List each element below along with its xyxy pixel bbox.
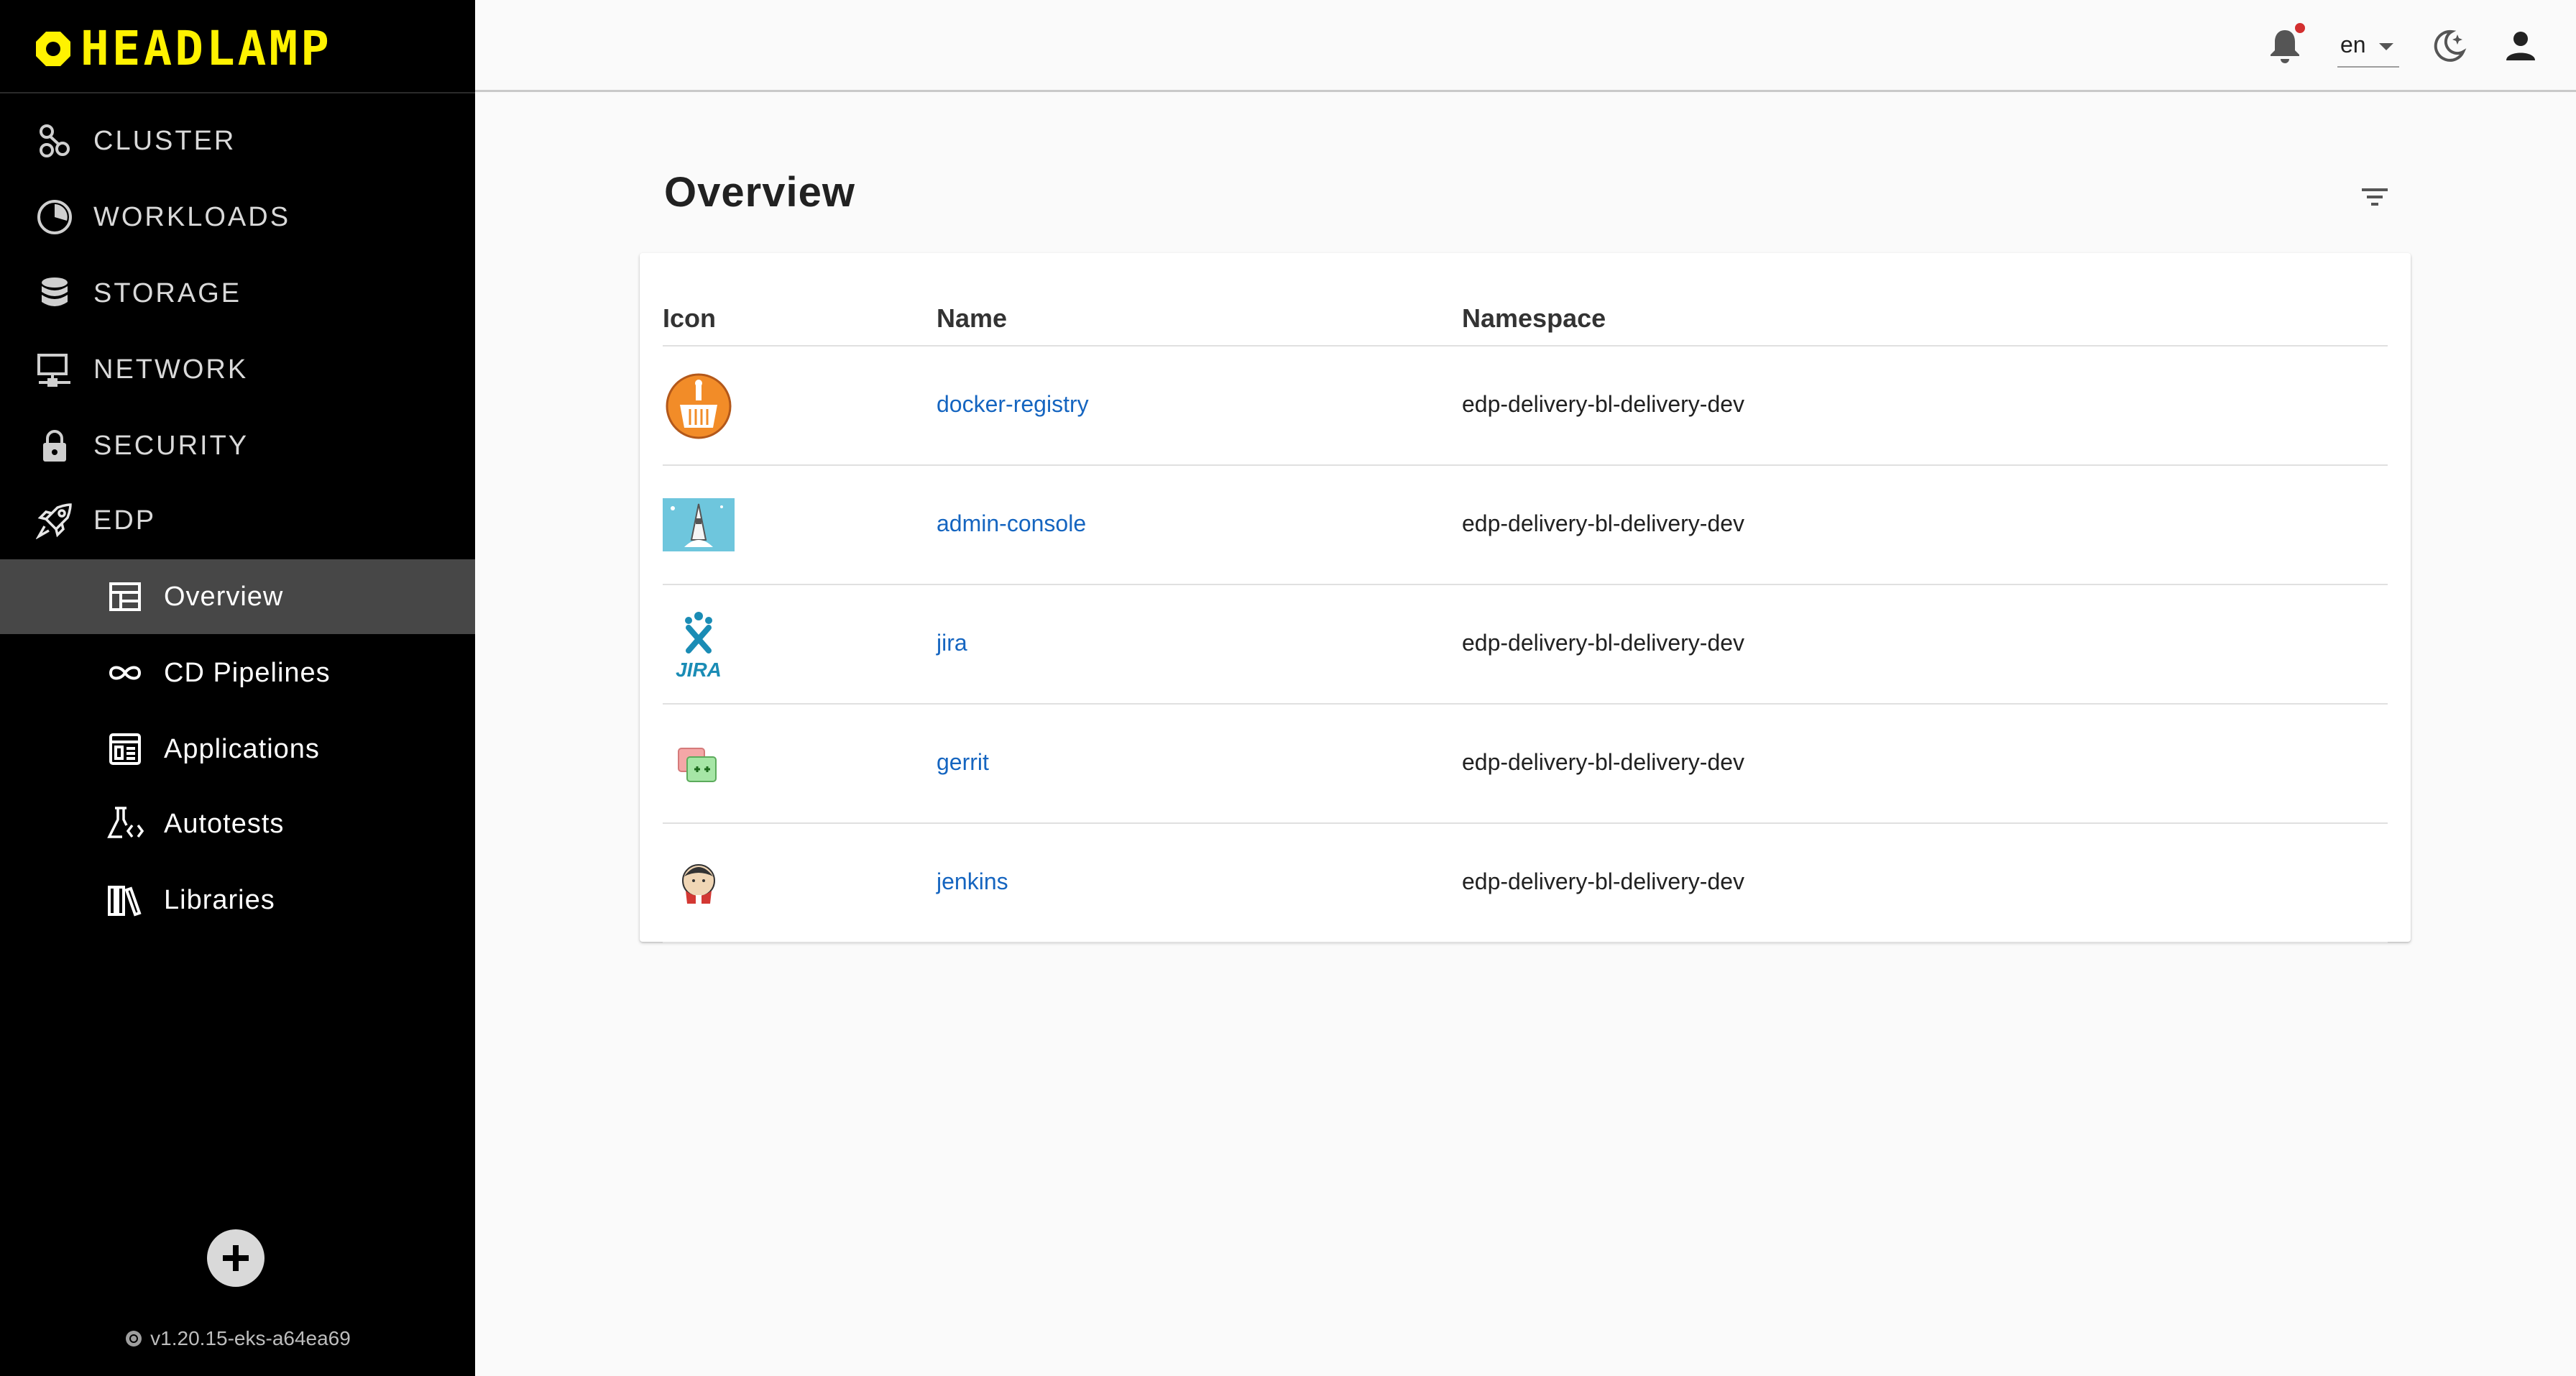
row-name-link[interactable]: gerrit	[937, 749, 989, 776]
row-namespace: edp-delivery-bl-delivery-dev	[1462, 630, 1745, 656]
sidebar-item-applications[interactable]: Applications	[0, 712, 475, 786]
sidebar-item-label: NETWORK	[93, 354, 249, 385]
sidebar-item-label: CLUSTER	[93, 125, 236, 156]
column-header-namespace[interactable]: Namespace	[1462, 303, 1606, 334]
overview-icon	[105, 577, 145, 617]
gerrit-icon	[663, 728, 735, 800]
version-info: v1.20.15-eks-a64ea69	[0, 1327, 475, 1350]
add-cluster-button[interactable]	[207, 1229, 264, 1287]
sidebar-item-cluster[interactable]: CLUSTER	[0, 104, 475, 178]
user-account-icon[interactable]	[2502, 27, 2539, 65]
sidebar-item-label: STORAGE	[93, 278, 242, 308]
lock-icon	[34, 426, 75, 466]
sidebar-item-label: Overview	[164, 581, 284, 612]
sidebar-item-label: Autotests	[164, 808, 285, 839]
row-namespace: edp-delivery-bl-delivery-dev	[1462, 391, 1745, 417]
sidebar-item-libraries[interactable]: Libraries	[0, 863, 475, 937]
sidebar-item-storage[interactable]: STORAGE	[0, 256, 475, 331]
sidebar-item-label: EDP	[93, 505, 157, 536]
cluster-icon	[34, 121, 75, 161]
table-row: jenkins edp-delivery-bl-delivery-dev	[663, 824, 2388, 943]
row-namespace: edp-delivery-bl-delivery-dev	[1462, 749, 1745, 775]
plus-icon	[223, 1245, 249, 1271]
column-header-icon: Icon	[663, 303, 717, 333]
language-select[interactable]: en	[2337, 24, 2399, 68]
chevron-down-icon	[2379, 43, 2393, 50]
sidebar-item-security[interactable]: SECURITY	[0, 408, 475, 483]
kubernetes-icon	[126, 1331, 142, 1347]
jenkins-icon	[663, 848, 735, 919]
version-text: v1.20.15-eks-a64ea69	[150, 1327, 351, 1349]
theme-toggle-icon[interactable]	[2430, 27, 2467, 65]
sidebar-item-network[interactable]: NETWORK	[0, 332, 475, 407]
overview-table: Icon Name Namespace docker-registry edp-…	[640, 253, 2411, 943]
row-name-link[interactable]: docker-registry	[937, 391, 1089, 418]
headlamp-logo[interactable]: HEADLAMP	[34, 24, 332, 73]
libraries-icon	[105, 880, 145, 920]
sidebar-item-label: CD Pipelines	[164, 657, 331, 688]
row-name-link[interactable]: jenkins	[937, 868, 1008, 895]
autotests-icon	[105, 804, 145, 844]
sidebar-item-workloads[interactable]: WORKLOADS	[0, 180, 475, 254]
rocket-icon	[34, 500, 75, 541]
sidebar-item-cd-pipelines[interactable]: CD Pipelines	[0, 636, 475, 710]
sidebar-item-label: SECURITY	[93, 430, 249, 461]
sidebar: HEADLAMP CLUSTER WORKLOADS STORAGE NETWO…	[0, 0, 475, 1376]
headlamp-logo-icon	[36, 32, 70, 66]
network-icon	[34, 349, 75, 390]
table-row: admin-console edp-delivery-bl-delivery-d…	[663, 466, 2388, 585]
sidebar-item-label: WORKLOADS	[93, 201, 291, 232]
filter-icon[interactable]	[2358, 180, 2392, 214]
table-row: docker-registry edp-delivery-bl-delivery…	[663, 347, 2388, 466]
language-value: en	[2340, 32, 2366, 58]
column-header-name[interactable]: Name	[937, 303, 1007, 334]
sidebar-item-overview[interactable]: Overview	[0, 559, 475, 634]
row-namespace: edp-delivery-bl-delivery-dev	[1462, 868, 1745, 894]
table-row: gerrit edp-delivery-bl-delivery-dev	[663, 705, 2388, 824]
sidebar-item-autotests[interactable]: Autotests	[0, 786, 475, 861]
workloads-icon	[34, 197, 75, 237]
jira-icon-text: JIRA	[676, 659, 722, 681]
sidebar-item-label: Libraries	[164, 884, 275, 915]
row-name-link[interactable]: jira	[937, 630, 967, 656]
sidebar-divider	[0, 92, 475, 93]
sidebar-item-edp[interactable]: EDP	[0, 483, 475, 558]
applications-icon	[105, 729, 145, 769]
infinity-icon	[105, 653, 145, 693]
docker-registry-icon	[663, 370, 735, 442]
sidebar-item-label: Applications	[164, 733, 320, 764]
app-bar: en	[475, 0, 2576, 92]
table-row: JIRA jira edp-delivery-bl-delivery-dev	[663, 585, 2388, 705]
admin-console-icon	[663, 490, 735, 561]
page-title: Overview	[664, 169, 855, 216]
headlamp-logo-text: HEADLAMP	[80, 21, 332, 76]
jira-icon: JIRA	[663, 609, 735, 681]
notification-badge	[2295, 23, 2305, 33]
row-namespace: edp-delivery-bl-delivery-dev	[1462, 510, 1745, 536]
row-name-link[interactable]: admin-console	[937, 510, 1086, 537]
storage-icon	[34, 273, 75, 313]
